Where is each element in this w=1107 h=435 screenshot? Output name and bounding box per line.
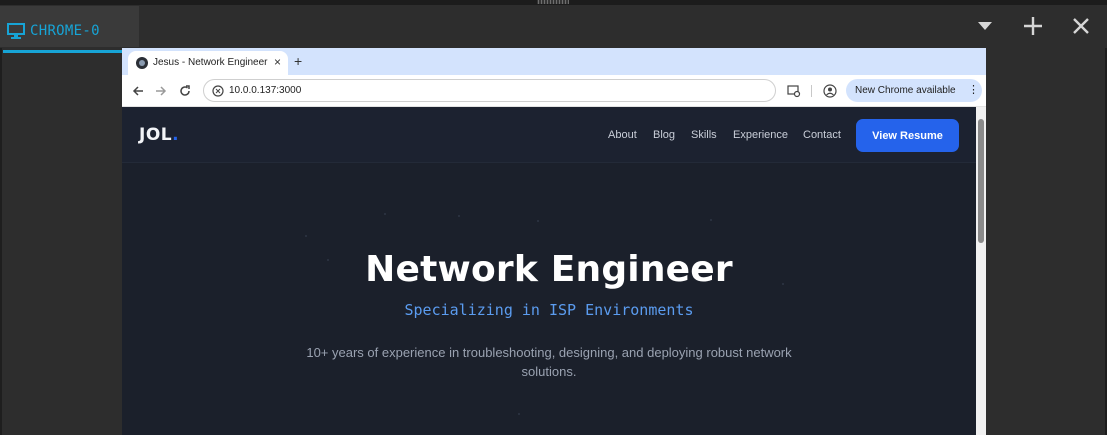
particle-dot — [305, 235, 307, 237]
nav-link-about[interactable]: About — [608, 129, 637, 141]
particle-dot — [537, 220, 539, 222]
web-page: Network Engineer Specializing in ISP Env… — [122, 107, 986, 435]
toolbar-separator — [811, 85, 812, 97]
hero-subtitle: Specializing in ISP Environments — [404, 301, 694, 319]
add-session-button[interactable] — [1021, 14, 1045, 38]
back-arrow-icon[interactable] — [130, 83, 146, 99]
hero-section: Network Engineer Specializing in ISP Env… — [122, 163, 976, 435]
reload-icon[interactable] — [177, 83, 193, 99]
particle-dot — [710, 219, 712, 221]
host-tab-label: CHROME-0 — [30, 23, 100, 39]
nav-link-experience[interactable]: Experience — [733, 129, 788, 141]
profile-icon[interactable] — [822, 83, 838, 99]
cast-icon[interactable] — [786, 83, 802, 99]
host-tab-chrome[interactable]: CHROME-0 — [0, 6, 139, 53]
update-label: New Chrome available — [855, 85, 956, 96]
particle-dot — [518, 413, 520, 415]
hero-title: Network Engineer — [365, 249, 733, 290]
particle-dot — [384, 213, 386, 215]
logo-dot: . — [172, 125, 180, 145]
kebab-menu-icon: ⋮ — [968, 84, 979, 96]
logo-text: JOL — [139, 125, 173, 145]
plus-icon — [1024, 17, 1042, 35]
address-bar[interactable]: 10.0.0.137:3000 — [203, 79, 776, 102]
site-navbar: JOL. About Blog Skills Experience Contac… — [122, 107, 976, 163]
particle-dot — [458, 215, 460, 217]
tab-close-button[interactable]: × — [274, 55, 281, 69]
view-resume-button[interactable]: View Resume — [856, 119, 959, 152]
close-icon — [1073, 18, 1089, 34]
close-session-button[interactable] — [1069, 14, 1093, 38]
url-text[interactable]: 10.0.0.137:3000 — [229, 85, 301, 96]
new-tab-button[interactable]: + — [294, 53, 302, 69]
drag-handle[interactable] — [537, 0, 569, 4]
host-top-bar — [0, 0, 1107, 48]
site-favicon-icon — [136, 57, 148, 69]
nav-link-skills[interactable]: Skills — [691, 129, 717, 141]
site-logo[interactable]: JOL. — [139, 125, 179, 145]
host-tab-active-indicator — [3, 50, 136, 53]
forward-arrow-icon[interactable] — [153, 83, 169, 99]
nav-link-blog[interactable]: Blog — [653, 129, 675, 141]
dropdown-button[interactable] — [973, 14, 997, 38]
monitor-icon — [7, 23, 25, 39]
host-left-border — [0, 48, 2, 435]
hero-description: 10+ years of experience in troubleshooti… — [306, 345, 792, 379]
site-info-icon[interactable] — [212, 85, 224, 97]
browser-window: Jesus - Network Engineer × + 10.0.0.137:… — [122, 48, 986, 435]
browser-tab-title: Jesus - Network Engineer — [153, 57, 268, 68]
browser-toolbar: 10.0.0.137:3000 New Chrome available ⋮ — [122, 75, 986, 107]
scrollbar-thumb[interactable] — [978, 119, 984, 243]
chevron-down-icon — [978, 22, 992, 30]
browser-tabstrip: Jesus - Network Engineer × + — [122, 48, 986, 75]
chrome-update-button[interactable]: New Chrome available ⋮ — [846, 79, 982, 102]
browser-tab-active[interactable]: Jesus - Network Engineer × — [128, 51, 288, 75]
nav-link-contact[interactable]: Contact — [803, 129, 841, 141]
